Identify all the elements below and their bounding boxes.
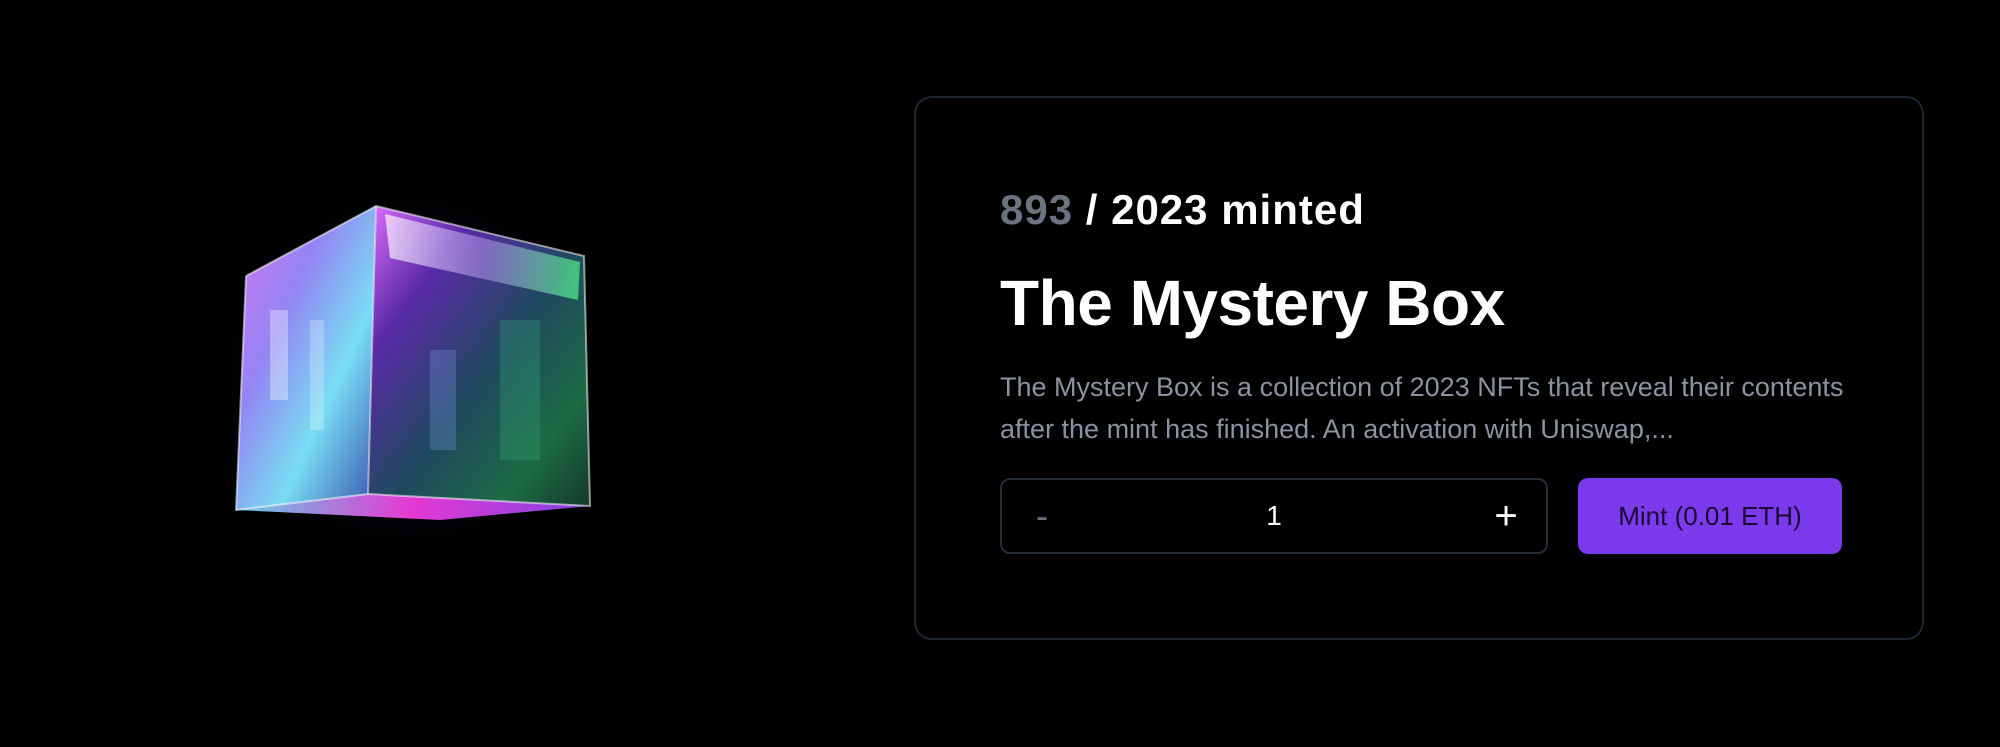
minted-total: / 2023 minted: [1085, 186, 1365, 233]
minted-count: 893: [1000, 186, 1074, 233]
collection-description: The Mystery Box is a collection of 2023 …: [1000, 372, 1844, 444]
decrement-button[interactable]: -: [1002, 480, 1082, 552]
cube-graphic: [200, 170, 620, 570]
increment-button[interactable]: +: [1466, 480, 1546, 552]
minted-counter: 893 / 2023 minted: [1000, 186, 1365, 234]
mint-page: 893 / 2023 minted The Mystery Box The My…: [0, 0, 2000, 747]
collection-title: The Mystery Box: [1000, 267, 1505, 339]
quantity-stepper: - +: [1000, 478, 1548, 554]
mystery-box-image: [200, 170, 620, 570]
quantity-input[interactable]: [1082, 480, 1466, 552]
mint-card: 893 / 2023 minted The Mystery Box The My…: [914, 96, 1924, 640]
mint-button[interactable]: Mint (0.01 ETH): [1578, 478, 1842, 554]
